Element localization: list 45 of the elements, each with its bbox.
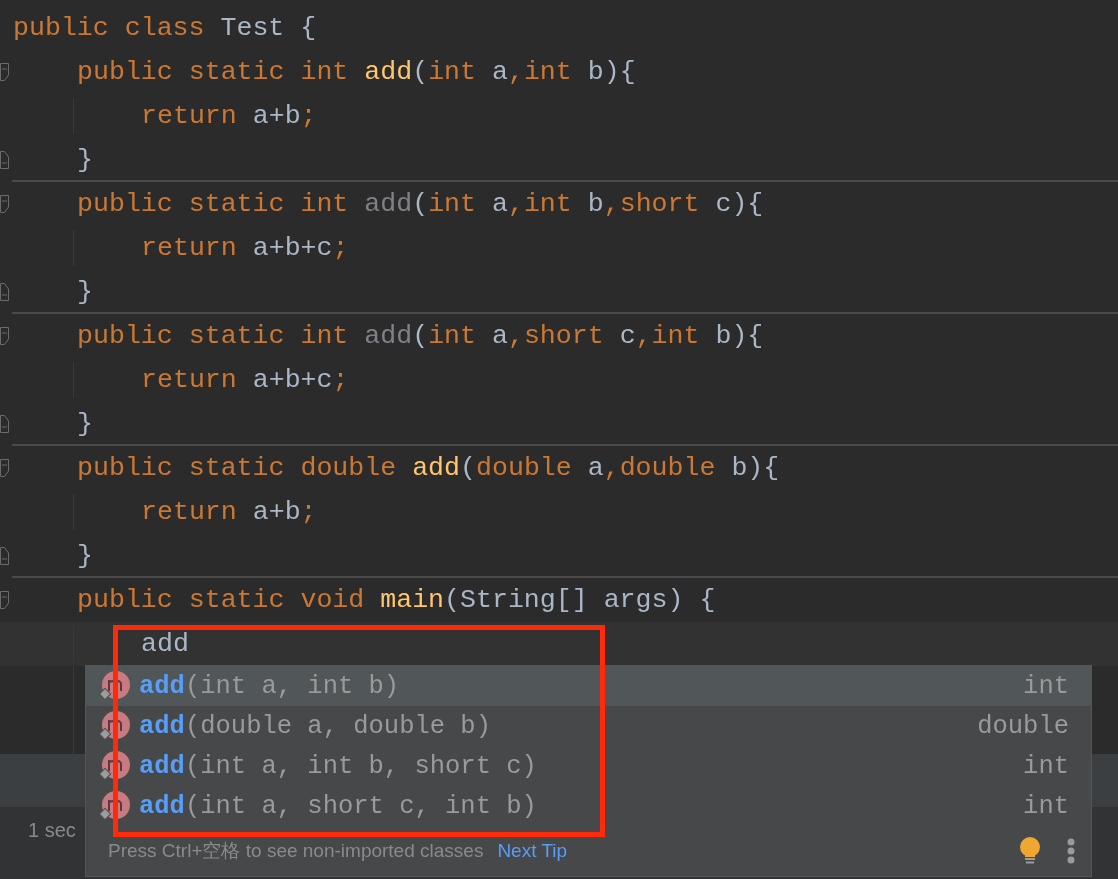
completion-item[interactable]: add(int a, int b, short c) int [86, 746, 1091, 786]
hint-text: Press Ctrl+空格 to see non-imported classes [108, 839, 484, 863]
return-type: double [977, 711, 1069, 741]
fold-marker-icon[interactable] [0, 327, 9, 345]
return-type: int [1023, 751, 1069, 781]
code-line: return a+b+c; [141, 232, 349, 264]
method-signature: add(int a, int b, short c) [139, 751, 538, 781]
code-line: public class Test { [13, 12, 317, 44]
method-icon [98, 711, 130, 741]
code-line: public static int add(int a,int b,short c){ [77, 188, 764, 220]
next-tip-link[interactable]: Next Tip [497, 840, 568, 862]
code-line: } [77, 408, 93, 440]
fold-marker-icon[interactable] [0, 151, 9, 169]
code-line: public static int add(int a,int b){ [77, 56, 636, 88]
code-line: return a+b; [141, 496, 317, 528]
code-line: public static int add(int a,short c,int b){ [77, 320, 764, 352]
code-line: } [77, 540, 93, 572]
fold-marker-icon[interactable] [0, 547, 9, 565]
method-icon [98, 791, 130, 821]
fold-marker-icon[interactable] [0, 591, 9, 609]
fold-marker-icon[interactable] [0, 195, 9, 213]
code-line: public static void main(String[] args) { [77, 584, 716, 616]
typed-code: add [141, 628, 189, 660]
method-signature: add(int a, short c, int b) [139, 791, 538, 821]
return-type: int [1023, 671, 1069, 701]
code-line: public static double add(double a,double b){ [77, 452, 780, 484]
completion-item[interactable]: add(int a, short c, int b) int [86, 786, 1091, 826]
elapsed-time: 1 sec [28, 819, 76, 842]
method-icon [98, 671, 130, 701]
code-line: return a+b; [141, 100, 317, 132]
completion-item[interactable]: add(double a, double b) double [86, 706, 1091, 746]
method-icon [98, 751, 130, 781]
fold-marker-icon[interactable] [0, 63, 9, 81]
code-line: } [77, 276, 93, 308]
code-line: return a+b+c; [141, 364, 349, 396]
fold-marker-icon[interactable] [0, 283, 9, 301]
fold-marker-icon[interactable] [0, 415, 9, 433]
code-line: } [77, 144, 93, 176]
return-type: int [1023, 791, 1069, 821]
method-signature: add(int a, int b) [139, 671, 401, 701]
lightbulb-icon[interactable] [1019, 837, 1041, 865]
method-signature: add(double a, double b) [139, 711, 492, 741]
fold-marker-icon[interactable] [0, 459, 9, 477]
more-options-icon[interactable] [1067, 838, 1075, 864]
completion-item[interactable]: add(int a, int b) int [86, 666, 1091, 706]
